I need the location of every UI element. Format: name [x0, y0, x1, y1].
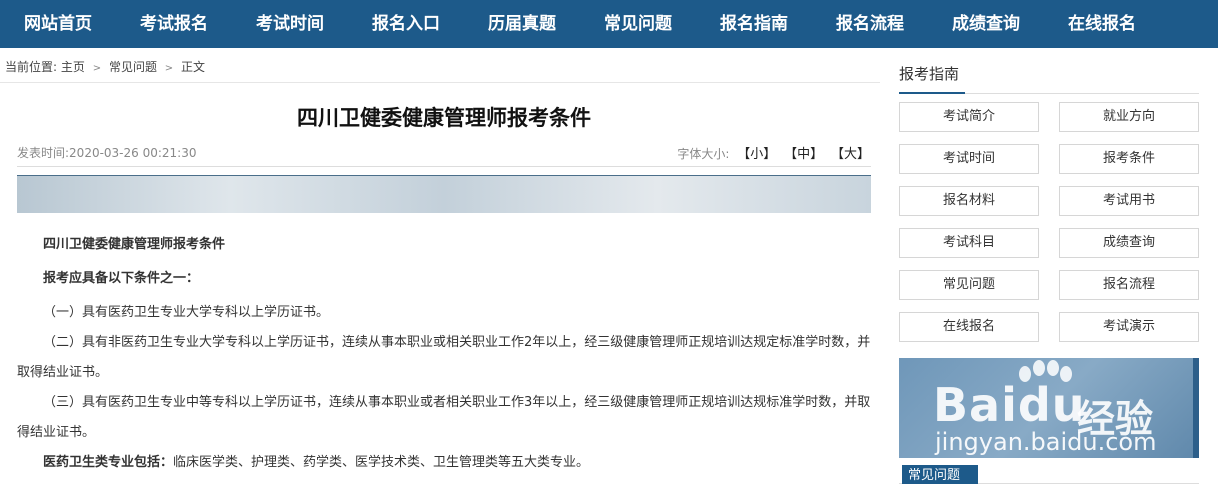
sidebar-link-requirements[interactable]: 报考条件 — [1059, 144, 1199, 174]
watermark-brand: Baidu — [933, 378, 1086, 432]
sidebar-tab-bar: 常见问题 — [899, 463, 1199, 484]
ad-banner[interactable] — [17, 175, 871, 213]
sidebar-link-materials[interactable]: 报名材料 — [899, 186, 1039, 216]
sidebar-link-exam-time[interactable]: 考试时间 — [899, 144, 1039, 174]
publish-time: 发表时间:2020-03-26 00:21:30 — [17, 146, 197, 160]
sidebar-link-online-registration[interactable]: 在线报名 — [899, 312, 1039, 342]
breadcrumb-divider — [0, 82, 880, 83]
nav-item-past-papers[interactable]: 历届真题 — [464, 0, 580, 48]
breadcrumb-separator-icon: > — [164, 63, 174, 74]
nav-item-faq[interactable]: 常见问题 — [580, 0, 696, 48]
article-paragraph: （一）具有医药卫生专业大学专科以上学历证书。 — [43, 305, 330, 320]
nav-item-home[interactable]: 网站首页 — [0, 0, 116, 48]
nav-item-process[interactable]: 报名流程 — [812, 0, 928, 48]
sidebar-link-score-query[interactable]: 成绩查询 — [1059, 228, 1199, 258]
article-paragraph: （三）具有医药卫生专业中等专科以上学历证书，连续从事本职业或者相关职业工作3年以… — [17, 395, 871, 440]
breadcrumb-prefix: 当前位置: — [5, 60, 58, 74]
nav-item-score-query[interactable]: 成绩查询 — [928, 0, 1044, 48]
nav-item-registration-entry[interactable]: 报名入口 — [348, 0, 464, 48]
breadcrumb-current: 正文 — [181, 60, 206, 74]
watermark-brand-part2: du — [1017, 378, 1086, 432]
image-edge-stripe — [1193, 358, 1199, 458]
top-nav: 网站首页 考试报名 考试时间 报名入口 历届真题 常见问题 报名指南 报名流程 … — [0, 0, 1218, 48]
article-paragraph: 医药卫生类专业包括：临床医学类、护理类、药学类、医学技术类、卫生管理类等五大类专… — [17, 448, 873, 478]
watermark-url: jingyan.baidu.com — [935, 428, 1157, 456]
breadcrumb-home-link[interactable]: 主页 — [61, 60, 85, 74]
nav-item-online-registration[interactable]: 在线报名 — [1044, 0, 1160, 48]
article-body: 四川卫健委健康管理师报考条件 报考应具备以下条件之一： （一）具有医药卫生专业大… — [17, 230, 873, 478]
article-paragraph: （二）具有非医药卫生专业大学专科以上学历证书，连续从事本职业或相关职业工作2年以… — [17, 335, 871, 380]
nav-item-guide[interactable]: 报名指南 — [696, 0, 812, 48]
nav-item-exam-time[interactable]: 考试时间 — [232, 0, 348, 48]
sidebar-link-process[interactable]: 报名流程 — [1059, 270, 1199, 300]
sidebar-tab-faq[interactable]: 常见问题 — [902, 465, 978, 484]
article-paragraph: 报考应具备以下条件之一： — [43, 271, 200, 286]
article-title: 四川卫健委健康管理师报考条件 — [297, 106, 591, 130]
sidebar-link-career[interactable]: 就业方向 — [1059, 102, 1199, 132]
article-paragraph: 四川卫健委健康管理师报考条件 — [43, 237, 226, 252]
breadcrumb-separator-icon: > — [92, 63, 102, 74]
sidebar-link-exam-intro[interactable]: 考试简介 — [899, 102, 1039, 132]
sidebar-link-subjects[interactable]: 考试科目 — [899, 228, 1039, 258]
sidebar-title: 报考指南 — [899, 60, 1199, 94]
breadcrumb: 当前位置: 主页 > 常见问题 > 正文 — [5, 58, 205, 75]
font-size-medium-button[interactable]: 【中】 — [784, 147, 823, 162]
font-size-large-button[interactable]: 【大】 — [831, 147, 870, 162]
sidebar-link-exam-demo[interactable]: 考试演示 — [1059, 312, 1199, 342]
sidebar-ad-image[interactable]: Baidu 经验 jingyan.baidu.com — [899, 358, 1199, 458]
sidebar-link-books[interactable]: 考试用书 — [1059, 186, 1199, 216]
article-paragraph-text: 临床医学类、护理类、药学类、医学技术类、卫生管理类等五大类专业。 — [173, 455, 590, 470]
article-paragraph-bold: 医药卫生类专业包括： — [43, 455, 174, 470]
font-size-label: 字体大小: — [677, 147, 730, 161]
sidebar-link-faq[interactable]: 常见问题 — [899, 270, 1039, 300]
font-size-control: 字体大小: 【小】 【中】 【大】 — [677, 143, 870, 162]
watermark-brand-part1: Bai — [933, 378, 1018, 432]
nav-item-exam-registration[interactable]: 考试报名 — [116, 0, 232, 48]
font-size-small-button[interactable]: 【小】 — [737, 147, 776, 162]
sidebar: 报考指南 考试简介 就业方向 考试时间 报考条件 报名材料 考试用书 考试科目 … — [899, 60, 1199, 342]
meta-divider — [17, 166, 871, 167]
breadcrumb-section-link[interactable]: 常见问题 — [109, 60, 157, 74]
